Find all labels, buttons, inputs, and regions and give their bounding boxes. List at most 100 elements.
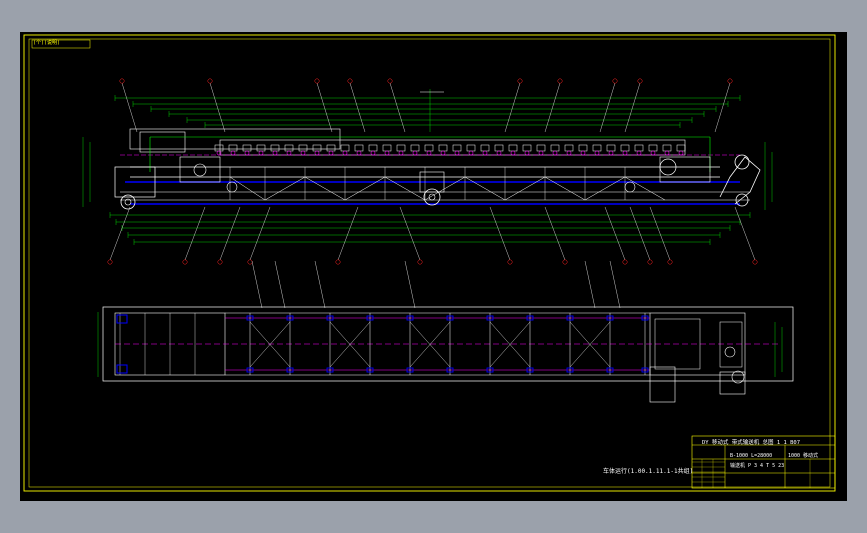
carrying-idler-frame [326, 144, 336, 152]
carrying-idler-frame [438, 144, 448, 152]
top-leader-line [349, 82, 366, 133]
drawing-inner-frame [28, 38, 831, 488]
truss-diagonal [424, 176, 466, 201]
idler-roller [286, 150, 292, 156]
top-item-bubble [119, 78, 125, 84]
truss-diagonal [384, 176, 426, 201]
truss-diagonal [304, 176, 346, 201]
truss-diagonal [464, 176, 506, 201]
drive-motor-frame [719, 156, 761, 205]
carrying-idler-frame [242, 144, 252, 152]
idler-roller [524, 150, 530, 156]
plan-gearbox [649, 366, 676, 403]
left-support-wheel [226, 181, 238, 193]
plan-leader-line [584, 260, 596, 309]
plan-leader-line [609, 260, 621, 309]
title-block-code-b: 1000 移动式 [788, 453, 819, 459]
idler-roller [370, 150, 376, 156]
carrying-idler-frame [410, 144, 420, 152]
cad-viewport[interactable]: (个)(说明) 车体运行(1.00.1.11.1-1共组) DY 移动式 带式输… [20, 32, 847, 501]
top-leader-line [316, 82, 333, 133]
carrying-idler-frame [256, 144, 266, 152]
top-item-bubble [517, 78, 523, 84]
top-item-bubble [612, 78, 618, 84]
tail-drive-unit [179, 156, 221, 183]
carrying-idler-frame [550, 144, 560, 152]
carrying-idler-frame [522, 144, 532, 152]
plan-leader-line [404, 260, 416, 309]
plan-leader-line [274, 260, 286, 309]
top-leader-line [389, 82, 406, 133]
carrying-idler-frame [578, 144, 588, 152]
corner-tag: (个)(说明) [33, 40, 61, 46]
top-leader-line [544, 82, 561, 133]
carrying-idler-frame [452, 144, 462, 152]
top-item-bubble [347, 78, 353, 84]
carrying-idler-frame [606, 144, 616, 152]
plan-tail-bracket [116, 314, 128, 324]
idler-roller [580, 150, 586, 156]
bottom-item-bubble [335, 259, 341, 265]
idler-roller [636, 150, 642, 156]
carrying-idler-frame [494, 144, 504, 152]
title-block-code-c: 输送机 P 3 4 T 5 23 [730, 463, 785, 469]
carrying-idler-frame [368, 144, 378, 152]
carrying-idler-frame [270, 144, 280, 152]
idler-roller [510, 150, 516, 156]
truss-diagonal [624, 176, 666, 201]
plan-leader-line [314, 260, 326, 309]
head-housing [659, 156, 711, 183]
top-leader-line [504, 82, 521, 133]
carrying-idler-frame [228, 144, 238, 152]
top-item-bubble [314, 78, 320, 84]
idler-roller [650, 150, 656, 156]
carrying-idler-frame [480, 144, 490, 152]
carrying-idler-frame [620, 144, 630, 152]
idler-roller [244, 150, 250, 156]
carrying-idler-frame [214, 144, 224, 152]
carrying-idler-frame [284, 144, 294, 152]
carrying-idler-frame [340, 144, 350, 152]
carrying-idler-frame [592, 144, 602, 152]
idler-roller [272, 150, 278, 156]
top-item-bubble [557, 78, 563, 84]
right-support-wheel [624, 181, 636, 193]
bottom-item-bubble [752, 259, 758, 265]
idler-roller [398, 150, 404, 156]
plan-leader-line [251, 260, 263, 309]
bottom-item-bubble [647, 259, 653, 265]
idler-roller [384, 150, 390, 156]
carrying-idler-frame [396, 144, 406, 152]
plan-tail-bracket [116, 364, 128, 374]
tail-pulley [193, 163, 207, 177]
idler-roller [664, 150, 670, 156]
top-leader-line [121, 82, 138, 133]
truss-diagonal [344, 176, 386, 201]
idler-roller [622, 150, 628, 156]
carrying-idler-frame [382, 144, 392, 152]
bottom-item-bubble [217, 259, 223, 265]
drawing-note: 车体运行(1.00.1.11.1-1共组) [603, 468, 694, 475]
idler-roller [342, 150, 348, 156]
idler-roller [258, 150, 264, 156]
idler-roller [566, 150, 572, 156]
idler-roller [230, 150, 236, 156]
carrying-idler-frame [564, 144, 574, 152]
carrying-idler-frame [634, 144, 644, 152]
idler-roller [552, 150, 558, 156]
idler-roller [426, 150, 432, 156]
top-leader-line [714, 82, 731, 133]
plan-drive-motor [724, 346, 736, 358]
bottom-item-bubble [562, 259, 568, 265]
top-leader-line [599, 82, 616, 133]
carrying-idler-frame [676, 144, 686, 152]
carrying-idler-frame [298, 144, 308, 152]
idler-roller [594, 150, 600, 156]
title-block-code-a: B-1000 L=28000 [730, 453, 773, 459]
idler-roller [538, 150, 544, 156]
carrying-idler-frame [424, 144, 434, 152]
idler-roller [482, 150, 488, 156]
truss-diagonal [584, 176, 626, 201]
idler-roller [314, 150, 320, 156]
top-item-bubble [637, 78, 643, 84]
